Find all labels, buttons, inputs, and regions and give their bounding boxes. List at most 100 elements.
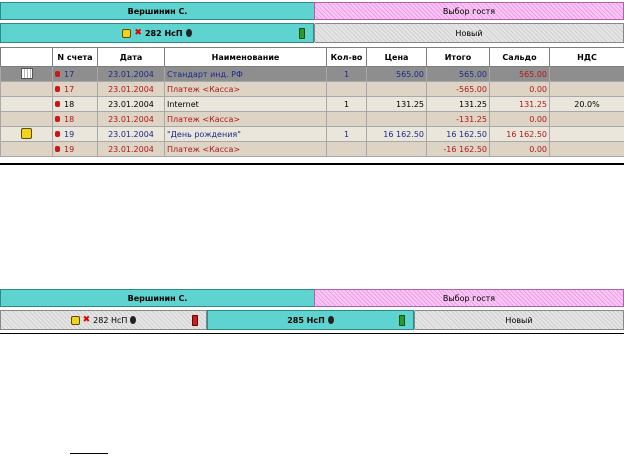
select-guest-tab[interactable]: Выбор гостя [314, 289, 624, 307]
invoice-table: N счета Дата Наименование Кол-во Цена Ит… [0, 47, 624, 157]
status-green-icon [399, 315, 405, 326]
col-total[interactable]: Итого [426, 47, 490, 67]
account-tab-label: 285 НсП [287, 315, 325, 325]
cell-invoice-number: 18 [52, 96, 98, 112]
cell-total: 16 162.50 [426, 126, 490, 142]
row-icon-cell [0, 126, 53, 142]
cell-date: 23.01.2004 [97, 96, 165, 112]
cell-invoice-number: 18 [52, 111, 98, 127]
red-dot-icon [55, 146, 60, 152]
cell-price: 131.25 [366, 96, 427, 112]
account-tab-new[interactable]: Новый [314, 23, 624, 43]
cell-vat [549, 66, 624, 82]
top-account-tabs: ✖ 282 НсП Новый [0, 23, 624, 43]
cell-total: 565.00 [426, 66, 490, 82]
select-guest-label: Выбор гостя [442, 293, 496, 303]
cell-qty [326, 81, 367, 97]
select-guest-label: Выбор гостя [442, 6, 496, 16]
cell-date: 23.01.2004 [97, 66, 165, 82]
person-icon [185, 29, 192, 37]
person-icon [327, 316, 334, 324]
close-icon[interactable]: ✖ [83, 315, 91, 325]
bottom-guest-bar: Вершинин С. Выбор гостя [0, 289, 624, 307]
guest-name-label: Вершинин С. [127, 293, 188, 303]
col-price[interactable]: Цена [366, 47, 427, 67]
bottom-divider [0, 333, 624, 334]
col-invoice-number[interactable]: N счета [52, 47, 98, 67]
account-tab-new[interactable]: Новый [414, 310, 624, 330]
cell-invoice-number: 19 [52, 141, 98, 157]
guest-name-label: Вершинин С. [127, 6, 188, 16]
cell-price [366, 81, 427, 97]
table-row[interactable]: 19 23.01.2004 "День рождения" 1 16 162.5… [0, 126, 624, 142]
red-dot-icon [55, 101, 60, 107]
account-tab-285[interactable]: 285 НсП [207, 310, 414, 330]
cell-price [366, 141, 427, 157]
row-icon-cell [0, 81, 53, 97]
red-dot-icon [55, 71, 60, 77]
cell-vat [549, 81, 624, 97]
col-vat[interactable]: НДС [549, 47, 624, 67]
cell-qty [326, 111, 367, 127]
close-icon[interactable]: ✖ [134, 28, 142, 38]
status-green-icon [299, 28, 305, 39]
cell-saldo: 0.00 [489, 111, 550, 127]
cell-price: 565.00 [366, 66, 427, 82]
cell-qty: 1 [326, 126, 367, 142]
cell-saldo: 0.00 [489, 81, 550, 97]
cell-name: Платеж <Касса> [164, 81, 327, 97]
guest-icon [21, 127, 32, 139]
red-dot-icon [55, 116, 60, 122]
cell-total: -565.00 [426, 81, 490, 97]
table-bottom-border [0, 163, 624, 165]
cell-name: Internet [164, 96, 327, 112]
account-tab-282[interactable]: ✖ 282 НсП [0, 310, 207, 330]
cell-invoice-number: 17 [52, 66, 98, 82]
cell-total: -131.25 [426, 111, 490, 127]
cell-vat [549, 126, 624, 142]
row-icon-cell [0, 96, 53, 112]
table-row[interactable]: 17 23.01.2004 Стандарт инд. РФ 1 565.00 … [0, 66, 624, 82]
account-tab-new-label: Новый [505, 315, 533, 325]
cell-price [366, 111, 427, 127]
col-name[interactable]: Наименование [164, 47, 327, 67]
col-saldo[interactable]: Сальдо [489, 47, 550, 67]
cell-date: 23.01.2004 [97, 81, 165, 97]
cell-saldo: 565.00 [489, 66, 550, 82]
select-guest-tab[interactable]: Выбор гостя [314, 2, 624, 20]
cell-date: 23.01.2004 [97, 126, 165, 142]
cell-vat [549, 141, 624, 157]
guest-name-tab[interactable]: Вершинин С. [0, 2, 315, 20]
table-row[interactable]: 19 23.01.2004 Платеж <Касса> -16 162.50 … [0, 141, 624, 157]
col-qty[interactable]: Кол-во [326, 47, 367, 67]
cell-name: Стандарт инд. РФ [164, 66, 327, 82]
bottom-account-tabs: ✖ 282 НсП 285 НсП Новый [0, 310, 624, 330]
cell-saldo: 0.00 [489, 141, 550, 157]
person-icon [130, 316, 137, 324]
account-tab-label: 282 НсП [144, 28, 183, 38]
red-dot-icon [55, 86, 60, 92]
guest-name-tab[interactable]: Вершинин С. [0, 289, 315, 307]
cell-vat: 20.0% [549, 96, 624, 112]
account-tab-new-label: Новый [455, 28, 483, 38]
cell-total: 131.25 [426, 96, 490, 112]
table-row[interactable]: 17 23.01.2004 Платеж <Касса> -565.00 0.0… [0, 81, 624, 97]
guest-icon [70, 315, 80, 325]
table-row[interactable]: 18 23.01.2004 Internet 1 131.25 131.25 1… [0, 96, 624, 112]
cell-saldo: 131.25 [489, 96, 550, 112]
cell-qty: 1 [326, 96, 367, 112]
cell-name: "День рождения" [164, 126, 327, 142]
row-icon-cell [0, 66, 53, 82]
col-date[interactable]: Дата [97, 47, 165, 67]
decorative-line [70, 453, 108, 454]
cell-qty: 1 [326, 66, 367, 82]
table-row[interactable]: 18 23.01.2004 Платеж <Касса> -131.25 0.0… [0, 111, 624, 127]
top-guest-bar: Вершинин С. Выбор гостя [0, 2, 624, 20]
guest-icon [122, 28, 132, 38]
red-dot-icon [55, 131, 60, 137]
status-red-icon [192, 315, 198, 326]
account-tab-label: 282 НсП [93, 315, 128, 325]
row-icon-cell [0, 141, 53, 157]
account-tab-282[interactable]: ✖ 282 НсП [0, 23, 314, 43]
cell-date: 23.01.2004 [97, 141, 165, 157]
